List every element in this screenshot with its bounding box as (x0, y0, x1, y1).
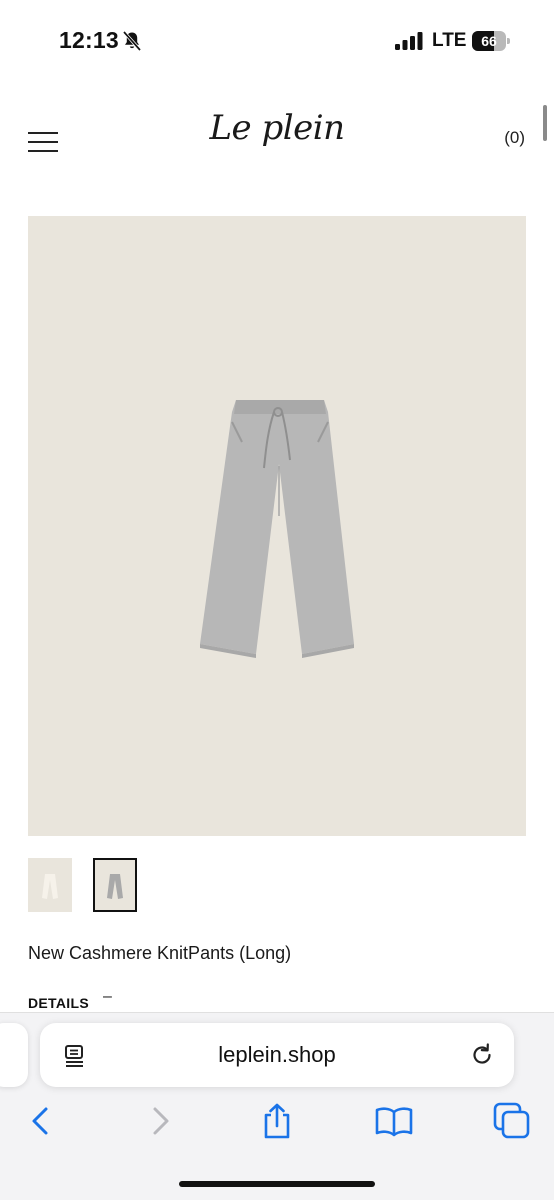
browser-toolbar: leplein.shop (0, 1012, 554, 1200)
scroll-indicator[interactable] (543, 105, 547, 141)
bell-slash-icon (122, 30, 142, 52)
address-bar[interactable]: leplein.shop (40, 1023, 514, 1087)
site-logo[interactable]: Le plein (0, 108, 554, 148)
reload-icon[interactable] (468, 1041, 496, 1069)
site-header: Le plein (0) (0, 100, 554, 180)
signal-icon (395, 32, 423, 50)
status-time: 12:13 (59, 27, 119, 53)
status-bar: 12:13 LTE 66 (0, 0, 554, 84)
product-image[interactable] (28, 216, 526, 836)
battery-level: 66 (481, 33, 497, 49)
share-icon[interactable] (257, 1101, 297, 1141)
details-label[interactable]: DETAILS (28, 995, 89, 1011)
knit-pants-illustration (200, 400, 354, 658)
network-label: LTE (432, 30, 467, 51)
forward-icon[interactable] (140, 1101, 180, 1141)
thumbnail-image (42, 874, 58, 899)
back-icon[interactable] (21, 1101, 61, 1141)
tabs-icon[interactable] (492, 1101, 532, 1141)
home-indicator (179, 1181, 375, 1187)
url-text[interactable]: leplein.shop (40, 1042, 514, 1068)
thumbnail-image (107, 874, 123, 899)
previous-tab-card[interactable] (0, 1023, 28, 1087)
bookmarks-icon[interactable] (374, 1101, 414, 1141)
thumbnail-grey[interactable] (93, 858, 137, 912)
product-title: New Cashmere KnitPants (Long) (28, 943, 292, 963)
thumbnail-cream[interactable] (28, 858, 72, 912)
details-toggle[interactable]: – (103, 988, 112, 1006)
cart-count[interactable]: (0) (504, 128, 525, 148)
battery-icon: 66 (472, 31, 510, 51)
